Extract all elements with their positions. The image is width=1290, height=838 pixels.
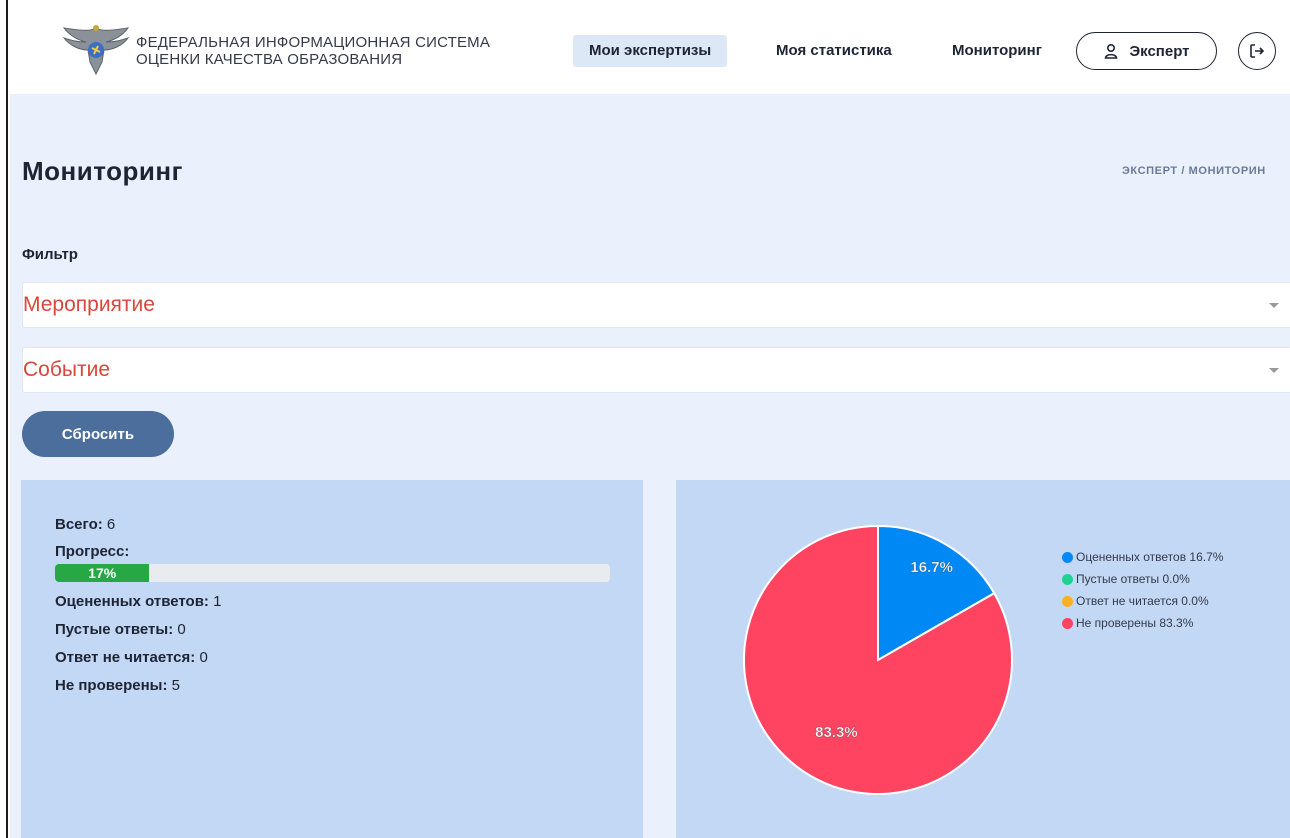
event-select[interactable]: Мероприятие xyxy=(22,282,1290,328)
stat-total-label: Всего: xyxy=(55,516,103,533)
session-select-placeholder: Событие xyxy=(23,358,110,381)
nav-my-expertises[interactable]: Мои экспертизы xyxy=(573,35,728,67)
stat-progress: Прогресс: xyxy=(55,543,129,560)
legend-item-0[interactable]: Оцененных ответов 16.7% xyxy=(1062,546,1223,568)
stat-empty: Пустые ответы: 0 xyxy=(55,621,186,638)
stat-rated: Оцененных ответов: 1 xyxy=(55,593,221,610)
stat-unchecked: Не проверены: 5 xyxy=(55,677,180,694)
legend-label: Не проверены 83.3% xyxy=(1076,616,1194,630)
logout-button[interactable] xyxy=(1238,32,1276,70)
chart-panel: 16.7% 83.3% Оцененных ответов 16.7% Пустые… xyxy=(676,480,1290,838)
brand-line-1: ФЕДЕРАЛЬНАЯ ИНФОРМАЦИОННАЯ СИСТЕМА xyxy=(136,34,491,51)
legend-label: Пустые ответы 0.0% xyxy=(1076,572,1190,586)
chart-legend: Оцененных ответов 16.7% Пустые ответы 0.0… xyxy=(1062,546,1223,634)
stat-total-value: 6 xyxy=(106,516,116,533)
page-title: Мониторинг xyxy=(22,156,183,186)
legend-swatch xyxy=(1062,551,1073,563)
legend-swatch xyxy=(1062,595,1073,607)
stats-panel: Всего: 6 Прогресс: 17% Оцененных ответов… xyxy=(21,480,643,838)
expert-profile-label: Эксперт xyxy=(1129,42,1190,60)
legend-swatch xyxy=(1062,617,1073,629)
nav-monitoring[interactable]: Мониторинг xyxy=(936,35,1058,67)
stat-empty-value: 0 xyxy=(177,621,186,638)
legend-item-3[interactable]: Не проверены 83.3% xyxy=(1062,612,1223,634)
legend-label: Оцененных ответов 16.7% xyxy=(1076,550,1224,564)
legend-label: Ответ не читается 0.0% xyxy=(1076,594,1209,608)
brand-title: ФЕДЕРАЛЬНАЯ ИНФОРМАЦИОННАЯ СИСТЕМА ОЦЕНК… xyxy=(136,34,490,68)
progress-bar-fill: 17% xyxy=(55,564,150,582)
pie-data-label-0: 16.7% xyxy=(910,559,953,576)
window-left-edge xyxy=(0,0,8,838)
progress-bar: 17% xyxy=(55,564,610,582)
expert-profile-button[interactable]: Эксперт xyxy=(1076,32,1217,70)
stat-empty-label: Пустые ответы: xyxy=(55,621,174,638)
logout-icon xyxy=(1250,44,1265,58)
pie-data-label-3: 83.3% xyxy=(815,724,858,741)
page: ФЕДЕРАЛЬНАЯ ИНФОРМАЦИОННАЯ СИСТЕМА ОЦЕНК… xyxy=(10,8,1290,838)
user-icon xyxy=(1105,43,1118,59)
legend-item-2[interactable]: Ответ не читается 0.0% xyxy=(1062,590,1223,612)
window-top-edge xyxy=(0,0,1290,8)
chevron-down-icon xyxy=(1269,368,1279,373)
stat-unreadable: Ответ не читается: 0 xyxy=(55,649,208,666)
stat-unreadable-label: Ответ не читается: xyxy=(55,649,196,666)
stat-rated-label: Оцененных ответов: xyxy=(55,593,209,610)
stat-progress-label: Прогресс: xyxy=(55,543,130,560)
site-header: ФЕДЕРАЛЬНАЯ ИНФОРМАЦИОННАЯ СИСТЕМА ОЦЕНК… xyxy=(10,8,1290,94)
stat-total: Всего: 6 xyxy=(55,516,115,533)
filter-label: Фильтр xyxy=(22,246,78,263)
pie-chart: 16.7% 83.3% xyxy=(743,524,1013,795)
legend-swatch xyxy=(1062,573,1073,585)
event-select-placeholder: Мероприятие xyxy=(23,293,155,316)
stat-rated-value: 1 xyxy=(213,593,222,610)
breadcrumb[interactable]: ЭКСПЕРТ / МОНИТОРИН xyxy=(1122,165,1266,177)
nav-my-statistics[interactable]: Моя статистика xyxy=(760,35,908,67)
stat-unchecked-label: Не проверены: xyxy=(55,677,168,694)
brand-line-2: ОЦЕНКИ КАЧЕСТВА ОБРАЗОВАНИЯ xyxy=(136,51,403,68)
chevron-down-icon xyxy=(1269,303,1279,308)
stat-unchecked-value: 5 xyxy=(171,677,180,694)
session-select[interactable]: Событие xyxy=(22,347,1290,393)
reset-button[interactable]: Сбросить xyxy=(22,411,174,457)
legend-item-1[interactable]: Пустые ответы 0.0% xyxy=(1062,568,1223,590)
eagle-emblem-icon[interactable] xyxy=(60,22,132,80)
stat-unreadable-value: 0 xyxy=(199,649,208,666)
